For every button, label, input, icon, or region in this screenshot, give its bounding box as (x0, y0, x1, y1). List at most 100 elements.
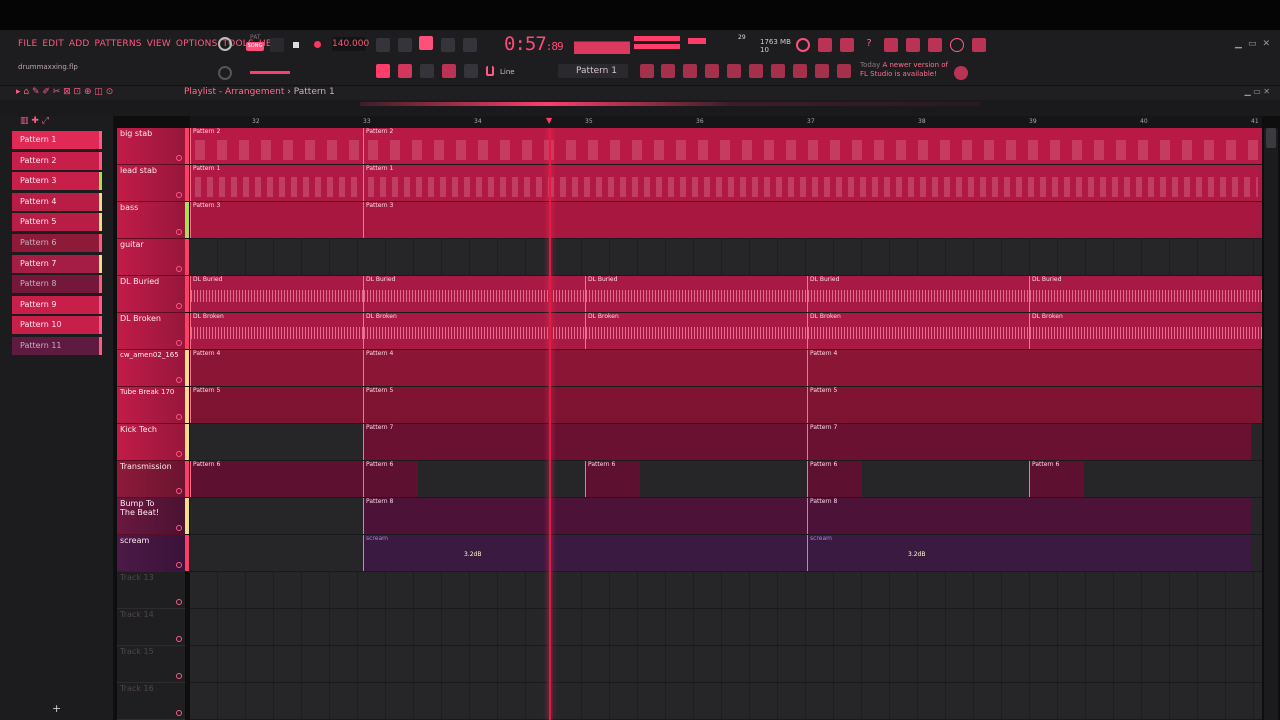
song-overview[interactable] (360, 102, 980, 106)
clip[interactable]: DL Broken (1029, 313, 1262, 349)
picker-item[interactable]: Pattern 3 (12, 172, 102, 190)
track-header[interactable]: Kick Tech (117, 424, 189, 461)
clip[interactable]: Pattern 7 (807, 424, 1251, 460)
clip[interactable]: Pattern 6 (363, 461, 418, 497)
picker-item[interactable]: Pattern 8 (12, 275, 102, 293)
track-lane[interactable]: Pattern 8 Pattern 8 (190, 498, 1262, 535)
track-header[interactable]: Track 16 (117, 683, 185, 720)
track-lane[interactable] (190, 239, 1262, 276)
track-lane[interactable]: DL Broken DL Broken DL Broken DL Broken … (190, 313, 1262, 350)
track-header[interactable]: Track 13 (117, 572, 185, 609)
clip[interactable]: Pattern 1 (363, 165, 1262, 201)
maximize-icon[interactable]: ▭ (1248, 39, 1257, 49)
pattern-selector[interactable]: Pattern 1 (558, 64, 628, 78)
master-pitch-knob-icon[interactable] (218, 66, 232, 80)
track-header[interactable]: Transmission (117, 461, 189, 498)
menu-patterns[interactable]: PATTERNS (95, 39, 142, 49)
clip[interactable]: Pattern 4 (190, 350, 363, 386)
stamp-icon[interactable] (464, 64, 478, 78)
close-icon[interactable]: ✕ (1262, 39, 1270, 49)
clip[interactable]: Pattern 8 (807, 498, 1251, 534)
track-enable-icon[interactable] (176, 562, 182, 568)
menu-edit[interactable]: EDIT (42, 39, 64, 49)
add-pattern-icon[interactable]: + (52, 702, 61, 715)
track-enable-icon[interactable] (176, 451, 182, 457)
track-header[interactable]: DL Broken (117, 313, 189, 350)
track-header[interactable]: Tube Break 170 (117, 387, 189, 424)
picker-item[interactable]: Pattern 2 (12, 152, 102, 170)
track-lane[interactable] (190, 683, 1262, 720)
picker-item[interactable]: Pattern 7 (12, 255, 102, 273)
piano-roll-icon[interactable] (661, 64, 675, 78)
track-enable-icon[interactable] (176, 229, 182, 235)
clip[interactable]: Pattern 6 (190, 461, 363, 497)
picker-item[interactable]: Pattern 4 (12, 193, 102, 211)
scrollbar-thumb[interactable] (1266, 128, 1276, 148)
browser-view-icon[interactable] (749, 64, 763, 78)
project-info-icon[interactable] (793, 64, 807, 78)
clip[interactable]: DL Buried (1029, 276, 1262, 312)
menu-add[interactable]: ADD (69, 39, 90, 49)
playlist-overview-bar[interactable] (0, 100, 1280, 116)
touch-keyboard-icon[interactable] (771, 64, 785, 78)
picker-item[interactable]: Pattern 11 (12, 337, 102, 355)
track-lane[interactable]: Pattern 5 Pattern 5 Pattern 5 (190, 387, 1262, 424)
playlist-tools-icons[interactable]: ▸ ⌂ ✎ ✐ ✂ ⊠ ⊡ ⊕ ◫ ⊙ (16, 87, 113, 97)
tools-icon[interactable] (818, 38, 832, 52)
brush-icon[interactable] (420, 64, 434, 78)
playhead[interactable] (549, 128, 551, 720)
clip[interactable]: scream 3.2dB (363, 535, 807, 571)
track-enable-icon[interactable] (176, 266, 182, 272)
clip[interactable]: DL Broken (363, 313, 585, 349)
track-header[interactable]: big stab (117, 128, 189, 165)
track-lane[interactable] (190, 646, 1262, 683)
track-enable-icon[interactable] (176, 710, 182, 716)
menu-options[interactable]: OPTIONS (176, 39, 218, 49)
clip[interactable]: Pattern 4 (807, 350, 1251, 386)
track-header[interactable]: scream (117, 535, 189, 572)
loop-record-icon[interactable] (463, 38, 477, 52)
track-enable-icon[interactable] (176, 599, 182, 605)
main-volume-slider[interactable] (250, 71, 290, 74)
track-enable-icon[interactable] (176, 303, 182, 309)
link-icon[interactable] (442, 64, 456, 78)
clip[interactable]: Pattern 4 (363, 350, 807, 386)
track-lane[interactable]: Pattern 7 Pattern 7 (190, 424, 1262, 461)
clip[interactable]: DL Broken (190, 313, 363, 349)
download-icon[interactable] (972, 38, 986, 52)
clip[interactable]: DL Buried (190, 276, 363, 312)
plugin-icon[interactable] (884, 38, 898, 52)
countdown-icon[interactable] (419, 36, 433, 50)
cpu-knob-icon[interactable] (218, 37, 232, 51)
clip[interactable]: Pattern 5 (190, 387, 363, 423)
track-enable-icon[interactable] (176, 414, 182, 420)
clip[interactable]: Pattern 2 (190, 128, 363, 164)
track-enable-icon[interactable] (176, 636, 182, 642)
tempo-display[interactable]: 140.000 (332, 37, 369, 51)
clip[interactable]: Pattern 3 (190, 202, 363, 238)
track-enable-icon[interactable] (176, 340, 182, 346)
clip[interactable]: Pattern 6 (585, 461, 640, 497)
track-enable-icon[interactable] (176, 488, 182, 494)
clip[interactable]: Pattern 6 (807, 461, 862, 497)
metronome-icon[interactable] (376, 38, 390, 52)
mixer-view-icon[interactable] (705, 64, 719, 78)
news-panel[interactable]: Today A newer version of FL Studio is av… (860, 61, 948, 79)
snap-selector[interactable]: Line (500, 68, 515, 76)
clip[interactable]: Pattern 2 (363, 128, 1262, 164)
master-volume-slider[interactable] (688, 38, 706, 44)
snap-mode-icon[interactable] (376, 64, 390, 78)
menu-view[interactable]: VIEW (147, 39, 171, 49)
news-dot-icon[interactable] (954, 66, 968, 80)
channel-rack-icon[interactable] (683, 64, 697, 78)
menu-file[interactable]: FILE (18, 39, 37, 49)
clip[interactable]: Pattern 1 (190, 165, 363, 201)
track-lane[interactable]: Pattern 6 Pattern 6 Pattern 6 Pattern 6 … (190, 461, 1262, 498)
track-header[interactable]: DL Buried (117, 276, 189, 313)
clip[interactable]: DL Buried (363, 276, 585, 312)
wait-record-icon[interactable] (398, 38, 412, 52)
clip[interactable]: DL Broken (807, 313, 1029, 349)
script-icon[interactable] (815, 64, 829, 78)
plugin-picker-icon[interactable] (727, 64, 741, 78)
picker-item[interactable]: Pattern 9 (12, 296, 102, 314)
